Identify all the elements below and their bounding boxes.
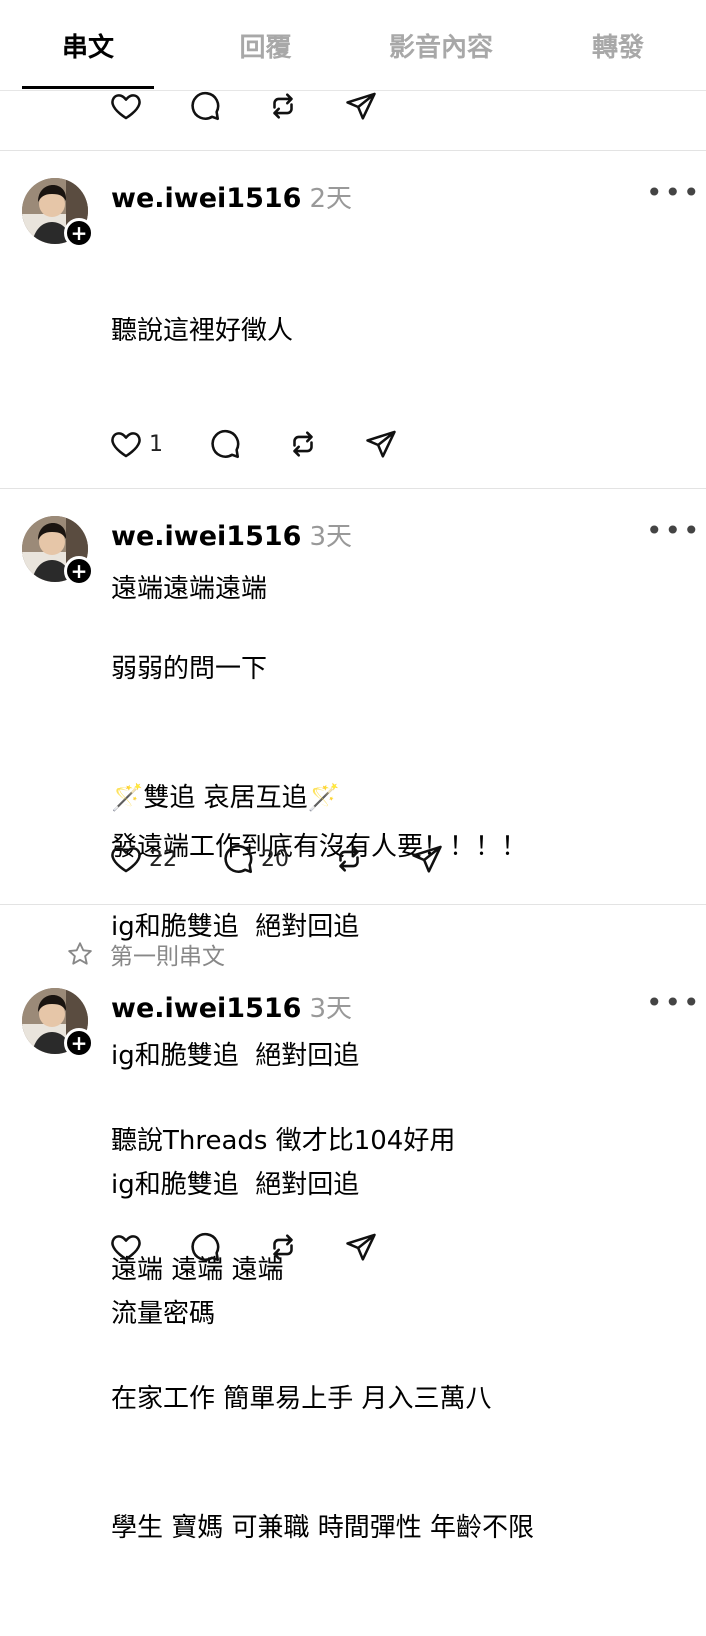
post-username[interactable]: we.iwei1516 (111, 183, 301, 214)
tab-threads[interactable]: 串文 (22, 28, 154, 68)
repost-icon (286, 427, 320, 461)
post-actions (0, 1227, 706, 1267)
tab-media[interactable]: 影音內容 (372, 28, 510, 68)
post-line: 🪄雙追 哀居互追🪄 (111, 783, 341, 813)
share-button[interactable] (344, 1227, 378, 1267)
post-line: 聽說Threads 徵才比104好用 (111, 1126, 456, 1156)
post-line: 弱弱的問一下 (111, 654, 268, 684)
like-button[interactable]: 1 (109, 424, 163, 464)
post-username[interactable]: we.iwei1516 (111, 521, 301, 552)
post-time: 3天 (309, 994, 352, 1024)
heart-icon (109, 89, 143, 123)
like-button[interactable] (109, 1227, 143, 1267)
pinned-label-row: 第一則串文 (66, 937, 225, 971)
post-divider (0, 904, 706, 905)
post-time: 2天 (309, 184, 352, 214)
more-options-icon[interactable]: ••• (646, 986, 702, 1019)
follow-plus-icon[interactable]: + (64, 556, 94, 586)
post-username[interactable]: we.iwei1516 (111, 993, 301, 1024)
repost-button[interactable] (266, 86, 300, 126)
comment-icon (208, 427, 242, 461)
post-text: 聽說Threads 徵才比104好用 遠端 遠端 遠端 在家工作 簡單易上手 月… (111, 1034, 534, 1636)
post-line: 聽說這裡好徵人 (111, 316, 294, 346)
previous-post-actions (0, 86, 706, 126)
like-button[interactable]: 22 (109, 839, 177, 879)
share-button[interactable] (364, 424, 398, 464)
post-line: 學生 寶媽 可兼職 時間彈性 年齡不限 (111, 1513, 535, 1543)
heart-icon (109, 1230, 143, 1264)
star-icon (66, 940, 94, 968)
tab-reposts[interactable]: 轉發 (565, 28, 671, 68)
pinned-label: 第一則串文 (110, 944, 225, 970)
post-username-row: we.iwei1516 2天 (111, 178, 352, 215)
share-icon (364, 427, 398, 461)
profile-tabs: 串文 回覆 影音內容 轉發 (0, 0, 706, 91)
repost-icon (332, 842, 366, 876)
like-count: 1 (149, 431, 163, 457)
post-actions: 22 20 (0, 839, 706, 879)
repost-button[interactable] (266, 1227, 300, 1267)
post-line: 在家工作 簡單易上手 月入三萬八 (111, 1384, 492, 1414)
post-divider (0, 150, 706, 151)
comment-button[interactable] (188, 1227, 222, 1267)
follow-plus-icon[interactable]: + (64, 1028, 94, 1058)
share-icon (344, 89, 378, 123)
comment-icon (188, 89, 222, 123)
post-time: 3天 (309, 522, 352, 552)
share-button[interactable] (344, 86, 378, 126)
post-username-row: we.iwei1516 3天 (111, 516, 352, 553)
tab-replies[interactable]: 回覆 (208, 28, 323, 68)
repost-icon (266, 1230, 300, 1264)
more-options-icon[interactable]: ••• (646, 176, 702, 209)
repost-button[interactable] (286, 424, 320, 464)
like-count: 22 (149, 846, 177, 872)
post-actions: 1 (0, 424, 706, 464)
comment-icon (188, 1230, 222, 1264)
repost-icon (266, 89, 300, 123)
more-options-icon[interactable]: ••• (646, 514, 702, 547)
comment-count: 20 (261, 846, 289, 872)
heart-icon (109, 842, 143, 876)
follow-plus-icon[interactable]: + (64, 218, 94, 248)
share-icon (410, 842, 444, 876)
share-icon (344, 1230, 378, 1264)
heart-icon (109, 427, 143, 461)
repost-button[interactable] (332, 839, 366, 879)
comment-button[interactable] (208, 424, 242, 464)
post-username-row: we.iwei1516 3天 (111, 988, 352, 1025)
comment-button[interactable]: 20 (221, 839, 289, 879)
like-button[interactable] (109, 86, 143, 126)
share-button[interactable] (410, 839, 444, 879)
comment-button[interactable] (188, 86, 222, 126)
post-divider (0, 488, 706, 489)
comment-icon (221, 842, 255, 876)
